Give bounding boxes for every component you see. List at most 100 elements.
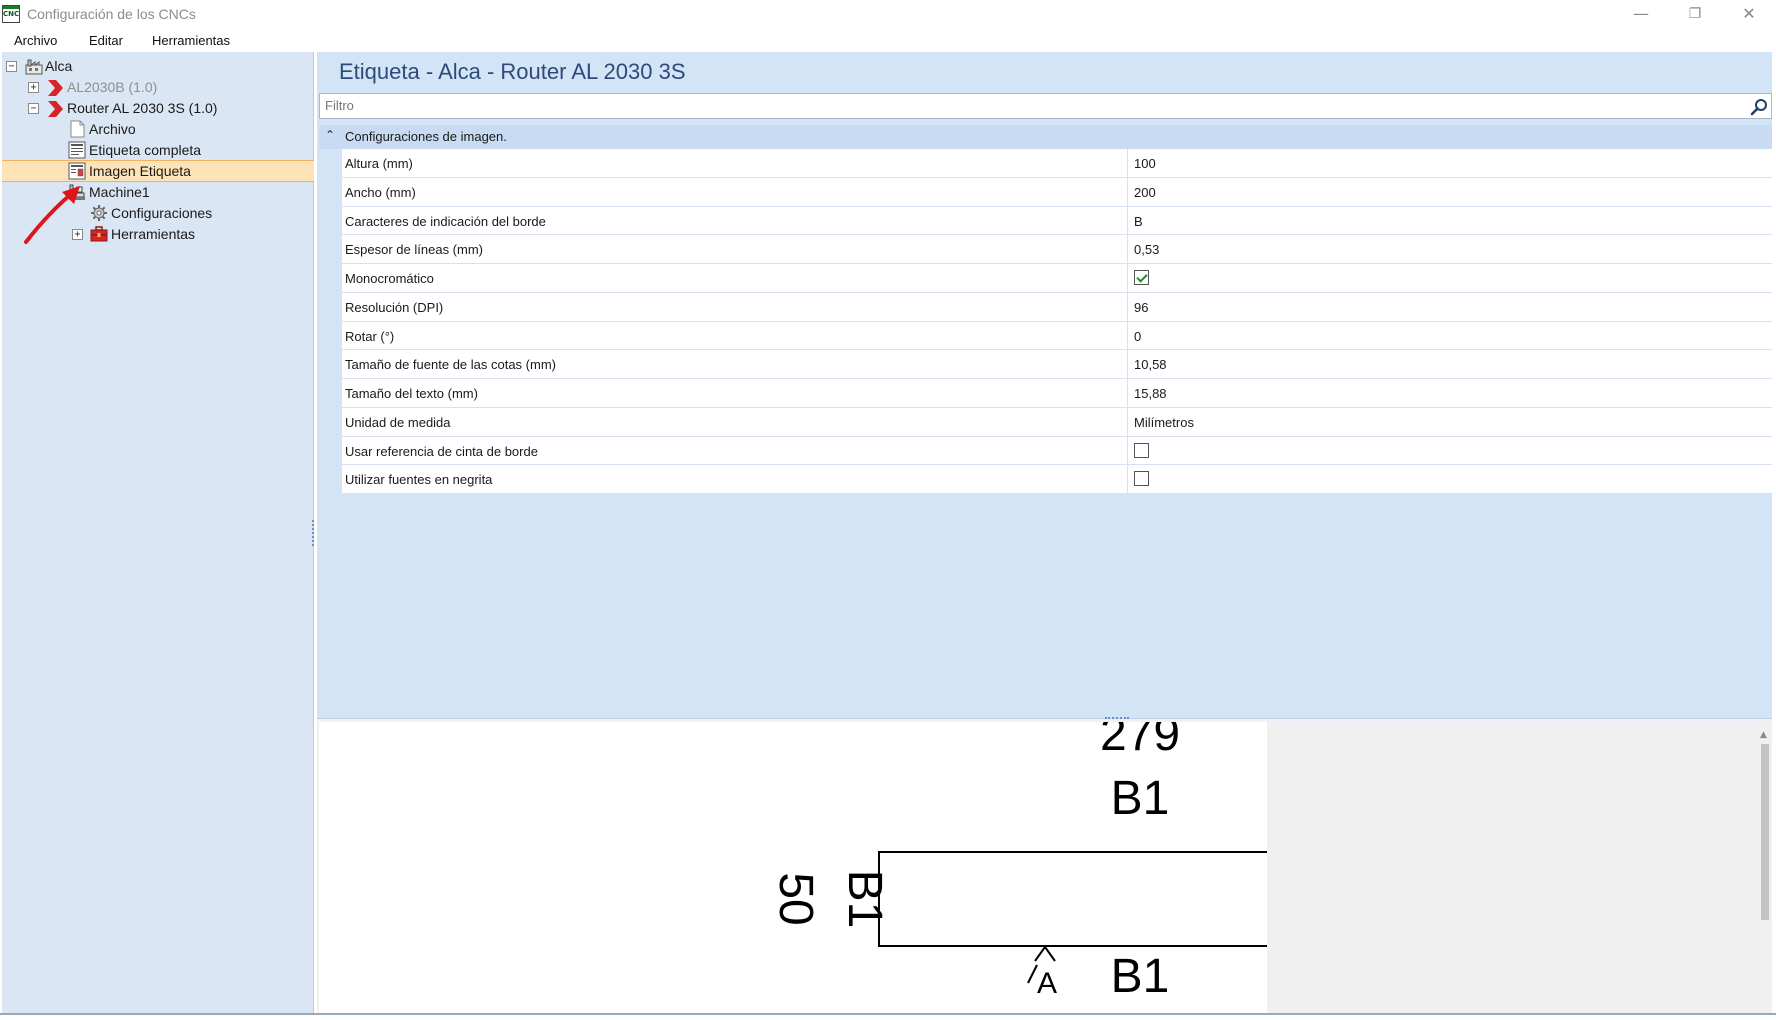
- monocromatico-checkbox[interactable]: [1134, 270, 1149, 285]
- toolbox-icon: [90, 226, 108, 242]
- expand-toggle[interactable]: +: [28, 82, 39, 93]
- panel-rectangle: [878, 851, 1267, 947]
- property-row[interactable]: Usar referencia de cinta de borde: [342, 436, 1772, 466]
- property-row[interactable]: Utilizar fuentes en negrita: [342, 465, 1772, 494]
- collapse-toggle[interactable]: −: [28, 103, 39, 114]
- edge-left-label: B1: [838, 870, 891, 929]
- column-divider: [1127, 436, 1128, 465]
- tree-label: Configuraciones: [111, 205, 213, 221]
- property-name: Espesor de líneas (mm): [345, 242, 483, 258]
- property-name: Unidad de medida: [345, 414, 451, 430]
- filter-input[interactable]: [325, 98, 1725, 113]
- app-icon-text: CNC: [3, 10, 20, 18]
- property-row[interactable]: Espesor de líneas (mm) 0,53: [342, 235, 1772, 264]
- column-divider: [1127, 235, 1128, 263]
- property-value[interactable]: 15,88: [1134, 386, 1167, 401]
- tree-item-al2030b[interactable]: + AL2030B (1.0): [2, 76, 314, 98]
- column-divider: [1127, 149, 1128, 177]
- property-row[interactable]: Rotar (°) 0: [342, 321, 1772, 351]
- tree-label: Etiqueta completa: [89, 142, 202, 158]
- scroll-up-icon[interactable]: ▲: [1760, 730, 1767, 740]
- menu-archivo[interactable]: Archivo: [14, 33, 57, 48]
- tree-label: AL2030B (1.0): [67, 79, 158, 95]
- tree-label: Archivo: [89, 121, 136, 137]
- menu-bar: Archivo Editar Herramientas: [0, 28, 1776, 52]
- menu-herramientas[interactable]: Herramientas: [152, 33, 230, 48]
- property-name: Ancho (mm): [345, 184, 416, 200]
- property-row[interactable]: Tamaño de fuente de las cotas (mm) 10,58: [342, 350, 1772, 379]
- property-name: Resolución (DPI): [345, 299, 444, 315]
- app-icon: CNC: [2, 5, 20, 23]
- property-value[interactable]: 96: [1134, 300, 1148, 315]
- minimize-button[interactable]: —: [1612, 0, 1670, 28]
- annotation-arrow-icon: [24, 186, 80, 244]
- property-row[interactable]: Tamaño del texto (mm) 15,88: [342, 379, 1772, 408]
- file-icon: [70, 120, 85, 138]
- negrita-checkbox[interactable]: [1134, 471, 1149, 487]
- width-dimension: 279: [1100, 722, 1180, 761]
- group-label: Configuraciones de imagen.: [345, 129, 507, 144]
- property-value[interactable]: 0: [1134, 329, 1141, 344]
- properties-panel: Etiqueta - Alca - Router AL 2030 3S ⌃ Co…: [317, 52, 1772, 718]
- edge-top-label: B1: [1111, 772, 1170, 825]
- property-name: Caracteres de indicación del borde: [345, 213, 546, 229]
- scrollbar-thumb[interactable]: [1761, 744, 1769, 920]
- factory-icon: [25, 59, 43, 75]
- property-row[interactable]: Resolución (DPI) 96: [342, 292, 1772, 322]
- property-name: Rotar (°): [345, 328, 395, 344]
- collapse-group-icon[interactable]: ⌃: [325, 128, 335, 142]
- property-row[interactable]: Monocromático: [342, 264, 1772, 293]
- column-divider: [1127, 206, 1128, 235]
- property-row[interactable]: Ancho (mm) 200: [342, 177, 1772, 207]
- property-grid: Altura (mm) 100 Ancho (mm) 200 Caractere…: [342, 149, 1772, 494]
- property-value[interactable]: 200: [1134, 185, 1156, 200]
- tree-item-alca[interactable]: − Alca: [2, 55, 314, 77]
- grain-marker-label: A: [1037, 967, 1057, 1000]
- column-divider: [1127, 292, 1128, 321]
- search-icon[interactable]: [1749, 97, 1769, 117]
- property-value[interactable]: B: [1134, 214, 1143, 229]
- group-header[interactable]: ⌃ Configuraciones de imagen.: [319, 125, 1772, 149]
- property-value[interactable]: Milímetros: [1134, 415, 1194, 430]
- collapse-toggle[interactable]: −: [6, 61, 17, 72]
- height-dimension: 50: [769, 872, 822, 925]
- property-row[interactable]: Unidad de medida Milímetros: [342, 407, 1772, 437]
- filter-box[interactable]: [319, 93, 1772, 119]
- label-drawing: 279 B1 50 B1 B1 B1 A: [769, 722, 1267, 1003]
- grain-marker-icon: A: [1027, 945, 1057, 1000]
- label-preview: 279 B1 50 B1 B1 B1 A: [319, 722, 1267, 1014]
- column-divider: [1127, 177, 1128, 206]
- gear-icon: [91, 205, 107, 221]
- restore-button[interactable]: ❐: [1666, 0, 1724, 28]
- tree-item-archivo[interactable]: Archivo: [2, 118, 314, 140]
- tree-label: Machine1: [89, 184, 150, 200]
- tree-label: Imagen Etiqueta: [89, 163, 191, 179]
- tree-item-imagen-etiqueta[interactable]: Imagen Etiqueta: [2, 160, 314, 182]
- property-value[interactable]: 0,53: [1134, 242, 1159, 257]
- property-name: Utilizar fuentes en negrita: [345, 472, 493, 488]
- property-name: Tamaño de fuente de las cotas (mm): [345, 357, 556, 373]
- tree-item-router-al-2030-3s[interactable]: − Router AL 2030 3S (1.0): [2, 97, 314, 119]
- label-image-icon: [68, 162, 86, 180]
- preview-scrollbar[interactable]: ▲: [1758, 730, 1772, 1014]
- tree-item-etiqueta-completa[interactable]: Etiqueta completa: [2, 139, 314, 161]
- property-name: Usar referencia de cinta de borde: [345, 443, 538, 459]
- tree-label: Herramientas: [111, 226, 196, 242]
- close-button[interactable]: ✕: [1720, 0, 1776, 28]
- menu-editar[interactable]: Editar: [89, 33, 123, 48]
- property-value[interactable]: 100: [1134, 156, 1156, 171]
- property-name: Monocromático: [345, 271, 434, 286]
- cinta-borde-checkbox[interactable]: [1134, 442, 1149, 458]
- column-divider: [1127, 465, 1128, 493]
- column-divider: [1127, 350, 1128, 378]
- property-row[interactable]: Caracteres de indicación del borde B: [342, 206, 1772, 236]
- title-bar: CNC Configuración de los CNCs — ❐ ✕: [0, 0, 1776, 28]
- property-value[interactable]: 10,58: [1134, 357, 1167, 372]
- app-window: CNC Configuración de los CNCs — ❐ ✕ Arch…: [0, 0, 1776, 1020]
- property-row[interactable]: Altura (mm) 100: [342, 149, 1772, 178]
- column-divider: [1127, 264, 1128, 292]
- column-divider: [1127, 321, 1128, 350]
- window-bottom-border: [0, 1013, 1776, 1015]
- splitter-grip[interactable]: [1105, 717, 1129, 719]
- vertical-splitter[interactable]: [312, 520, 315, 546]
